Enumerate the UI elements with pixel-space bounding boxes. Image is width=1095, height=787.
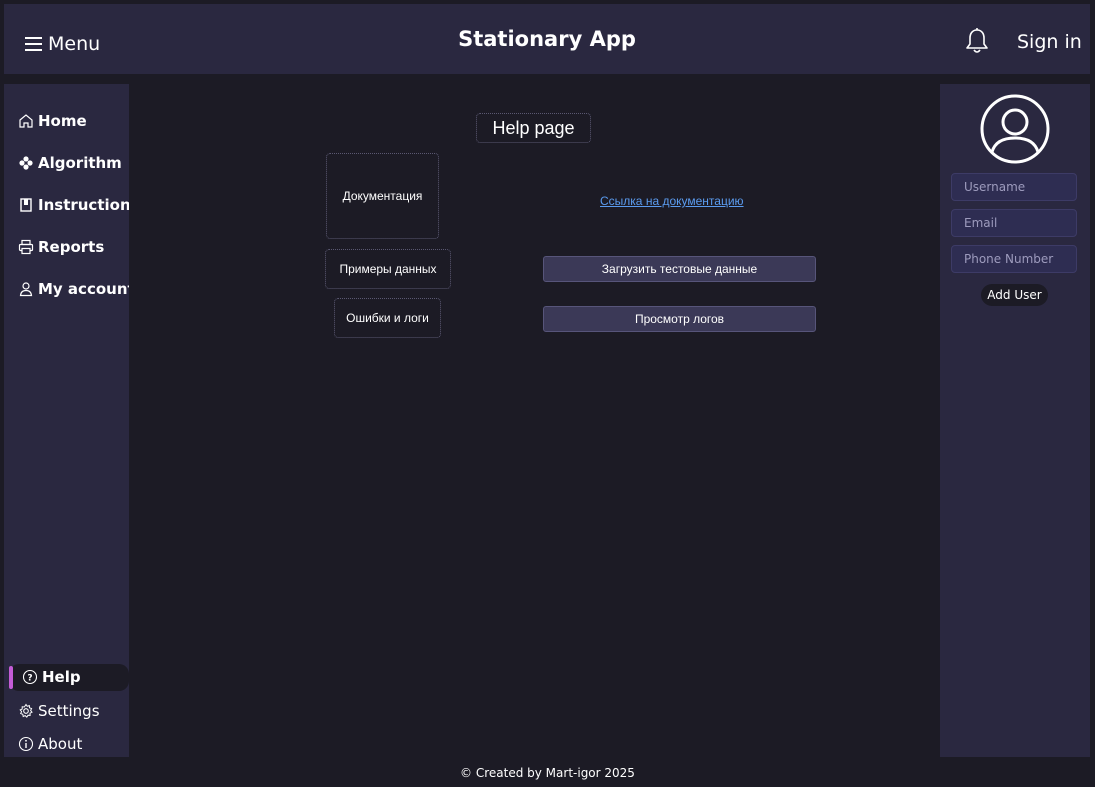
sidebar-item-help[interactable]: ? Help xyxy=(9,664,129,691)
sidebar-item-home[interactable]: Home xyxy=(18,112,87,130)
top-bar: Menu Stationary App Sign in xyxy=(4,4,1090,74)
documentation-label: Документация xyxy=(326,153,439,239)
hamburger-icon xyxy=(25,37,42,51)
active-indicator xyxy=(9,666,13,689)
question-circle-icon: ? xyxy=(22,669,38,685)
sidebar-item-label: Home xyxy=(38,112,87,130)
main-content: Help page Документация Ссылка на докумен… xyxy=(129,94,940,757)
username-field[interactable] xyxy=(951,173,1077,201)
sidebar-item-reports[interactable]: Reports xyxy=(18,238,104,256)
load-test-data-button[interactable]: Загрузить тестовые данные xyxy=(543,256,816,282)
documentation-link[interactable]: Ссылка на документацию xyxy=(600,194,744,208)
sidebar-item-settings[interactable]: Settings xyxy=(18,702,100,720)
book-icon xyxy=(20,198,32,212)
sign-in-link[interactable]: Sign in xyxy=(1017,31,1082,53)
svg-text:?: ? xyxy=(27,674,32,684)
footer-text: © Created by Mart-igor 2025 xyxy=(460,766,635,780)
email-field[interactable] xyxy=(951,209,1077,237)
app-title: Stationary App xyxy=(458,27,636,51)
user-panel: Add User xyxy=(940,84,1090,757)
info-circle-icon xyxy=(18,736,34,752)
sidebar-item-instructions[interactable]: Instructions xyxy=(18,196,129,214)
gear-icon xyxy=(19,703,33,718)
flower-icon xyxy=(19,156,33,170)
sidebar: Home Algorithm Instructions Reports xyxy=(4,84,129,757)
add-user-button[interactable]: Add User xyxy=(981,284,1048,306)
view-logs-button[interactable]: Просмотр логов xyxy=(543,306,816,332)
menu-label: Menu xyxy=(48,33,101,55)
user-circle-icon xyxy=(980,94,1050,164)
page-title: Help page xyxy=(476,113,591,143)
sidebar-item-label: Instructions xyxy=(38,196,129,214)
sidebar-item-label: Settings xyxy=(38,702,100,720)
bell-icon[interactable] xyxy=(964,26,990,56)
sidebar-item-label: Reports xyxy=(38,238,105,256)
sidebar-item-algorithm[interactable]: Algorithm xyxy=(18,154,122,172)
examples-label: Примеры данных xyxy=(325,249,451,289)
sidebar-item-label: About xyxy=(38,735,83,753)
printer-icon xyxy=(18,239,34,255)
sidebar-item-about[interactable]: About xyxy=(18,735,82,753)
sidebar-item-label: Algorithm xyxy=(38,154,122,172)
menu-button[interactable]: Menu xyxy=(24,28,100,60)
errors-logs-label: Ошибки и логи xyxy=(334,298,441,338)
sidebar-item-label: My account xyxy=(38,280,129,298)
person-icon xyxy=(19,282,33,297)
phone-number-field[interactable] xyxy=(951,245,1077,273)
sidebar-item-my-account[interactable]: My account xyxy=(18,280,129,298)
home-icon xyxy=(19,114,33,128)
sidebar-item-label: Help xyxy=(42,668,81,686)
